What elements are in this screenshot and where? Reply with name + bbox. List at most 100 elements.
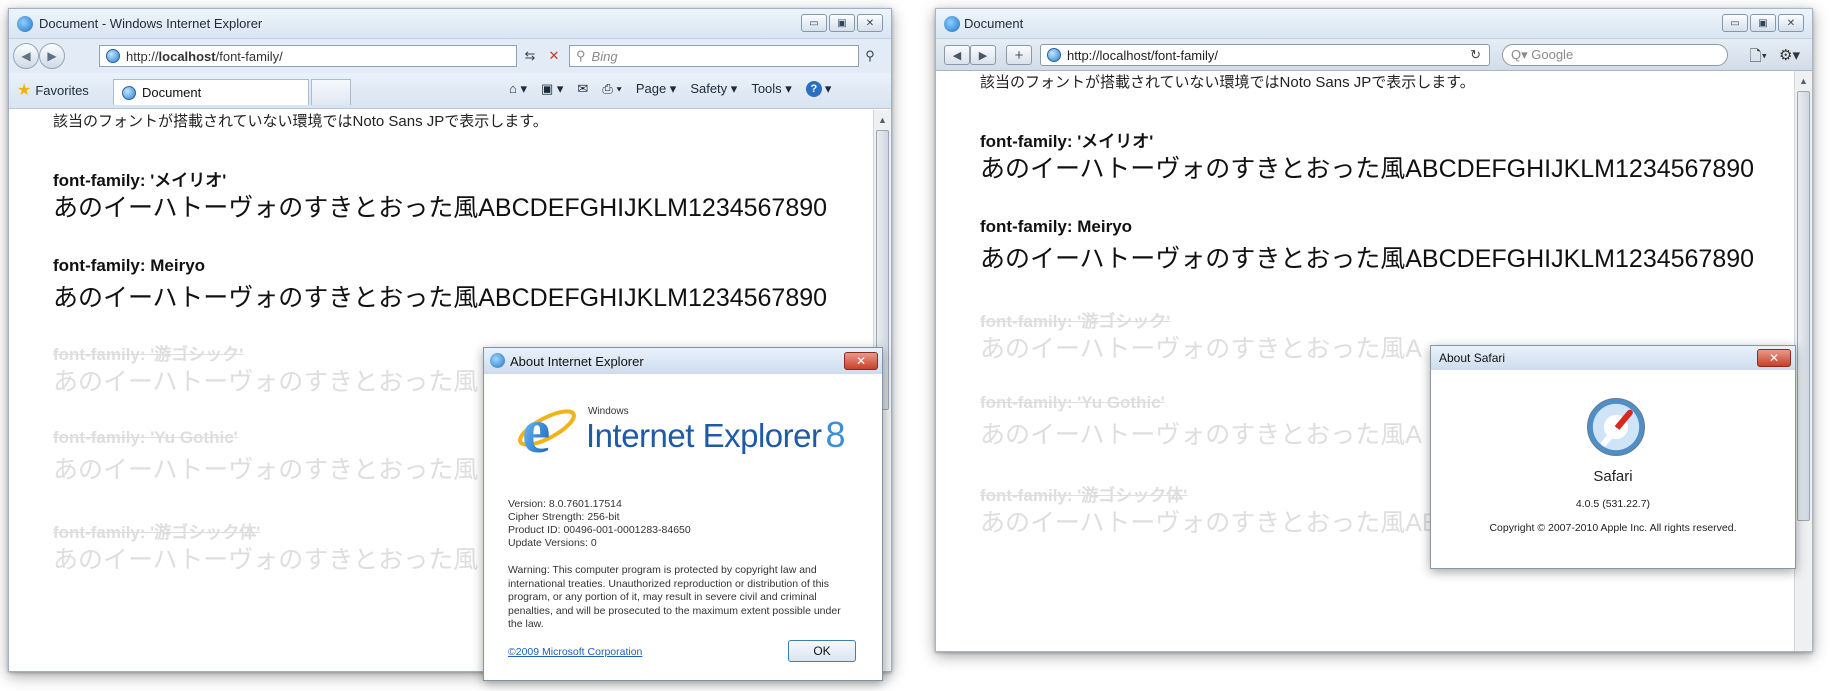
safari-toolbar: ◀ ▶ + http://localhost/font-family/ ↻ Q▾…	[936, 39, 1812, 71]
address-url: http://localhost/font-family/	[1067, 47, 1219, 63]
minimize-button[interactable]: ▭	[801, 14, 827, 32]
minimize-button[interactable]: ▭	[1722, 14, 1748, 32]
ie-warning-text: Warning: This computer program is protec…	[508, 564, 841, 630]
search-placeholder: Bing	[591, 48, 618, 64]
about-safari-dialog: About Safari ✕ Safari 4.0.5 (531.22.7) C…	[1430, 345, 1796, 569]
ie-address-row: ◀ ▶ http://localhost/font-family/ ⇆ ✕ ⚲ …	[9, 39, 891, 73]
ie-favorites-bar: ★ Favorites Document ⌂ ▾ ▣ ▾ ✉ ⎙ ▾ Page …	[9, 73, 891, 109]
star-icon: ★	[17, 82, 32, 99]
microsoft-link[interactable]: ©2009 Microsoft Corporation	[508, 646, 642, 658]
forward-button[interactable]: ▶	[970, 45, 996, 65]
maximize-button[interactable]: ▣	[829, 14, 855, 32]
page-menu-icon[interactable]: 🗋▾	[1749, 46, 1767, 71]
back-button[interactable]: ◀	[944, 45, 970, 65]
safari-version: 4.0.5 (531.22.7)	[1575, 498, 1651, 510]
mail-icon[interactable]: ✉	[577, 81, 588, 97]
ie-titlebar: Document - Windows Internet Explorer ▭ ▣…	[9, 9, 891, 39]
gear-icon[interactable]: ⚙▾	[1779, 46, 1800, 71]
search-input[interactable]: ⚲ Bing	[569, 45, 859, 67]
safari-name: Safari	[1593, 468, 1633, 485]
safari-scrollbar[interactable]: ▲	[1794, 71, 1812, 651]
close-button[interactable]: ✕	[857, 14, 883, 32]
address-bar[interactable]: http://localhost/font-family/ ↻	[1040, 44, 1490, 66]
print-icon[interactable]: ⎙ ▾	[602, 81, 621, 97]
font-label-yugothic: font-family: 'Yu Gothic'	[53, 428, 238, 447]
sample-meiryo-jp: あのイーハトーヴォのすきとおった風ABCDEFGHIJKLM1234567890	[53, 194, 828, 222]
favorites-button[interactable]: ★ Favorites	[17, 80, 89, 100]
ie-window: Document - Windows Internet Explorer ▭ ▣…	[8, 8, 892, 681]
search-icon: ⚲	[576, 48, 586, 63]
safari-app-icon	[944, 16, 960, 32]
sample-yugothic-tai: あのイーハトーヴォのすきとおった風	[53, 546, 479, 574]
about-ie-dialog: About Internet Explorer ✕ e Windows Inte…	[483, 347, 883, 681]
tab-page-icon	[122, 85, 136, 100]
safari-window-title: Document	[964, 16, 1024, 31]
back-button[interactable]: ◀	[13, 43, 39, 69]
dialog-close-button[interactable]: ✕	[1757, 349, 1791, 367]
safari-menus: 🗋▾ ⚙▾	[1749, 46, 1800, 71]
tab-document[interactable]: Document	[113, 79, 309, 105]
safari-caption-buttons: ▭ ▣ ✕	[1722, 14, 1804, 32]
ie-cipher: Cipher Strength: 256-bit	[508, 511, 620, 523]
tools-menu[interactable]: Tools ▾	[751, 81, 792, 97]
ie-logo-icon: e	[518, 395, 576, 460]
sample-yugothic-jp: あのイーハトーヴォのすきとおった風A	[980, 335, 1422, 363]
svg-text:e: e	[522, 395, 550, 460]
safari-compass-icon	[1587, 398, 1645, 456]
page-menu[interactable]: Page ▾	[636, 81, 677, 97]
safari-window: Document ▭ ▣ ✕ ◀ ▶ + http://localhost/fo…	[935, 8, 1813, 652]
favorites-label: Favorites	[35, 82, 89, 98]
ie-update-versions: Update Versions: 0	[508, 537, 597, 549]
scroll-thumb[interactable]	[1797, 91, 1810, 521]
reload-icon[interactable]: ↻	[1470, 47, 1481, 63]
font-label-meiryo: font-family: Meiryo	[980, 217, 1133, 236]
help-button[interactable]: ? ▾	[805, 81, 831, 97]
tab-label: Document	[142, 85, 202, 100]
ie-caption-buttons: ▭ ▣ ✕	[801, 14, 883, 32]
command-bar: ⌂ ▾ ▣ ▾ ✉ ⎙ ▾ Page ▾ Safety ▾ Tools ▾ ? ▾	[509, 81, 831, 97]
help-icon: ?	[805, 81, 822, 97]
maximize-button[interactable]: ▣	[1750, 14, 1776, 32]
safari-titlebar: Document ▭ ▣ ✕	[936, 9, 1812, 39]
fallback-note: 該当のフォントが搭載されていない環境ではNoto Sans JPで表示します。	[980, 74, 1475, 91]
ie-app-icon	[17, 16, 33, 32]
about-safari-title: About Safari	[1439, 351, 1506, 365]
scroll-up-icon[interactable]: ▲	[1795, 73, 1812, 89]
sample-yugothic-jp: あのイーハトーヴォのすきとおった風	[53, 368, 479, 396]
font-label-meiryo: font-family: Meiryo	[53, 256, 206, 275]
about-ie-titlebar: About Internet Explorer	[484, 348, 882, 374]
ie-product-id: Product ID: 00496-001-0001283-84650	[508, 524, 691, 536]
ie-logo-brand: Internet Explorer 8	[586, 414, 845, 455]
stop-icon[interactable]: ✕	[543, 45, 565, 67]
address-bar[interactable]: http://localhost/font-family/	[99, 45, 517, 67]
fallback-note: 該当のフォントが搭載されていない環境ではNoto Sans JPで表示します。	[53, 113, 548, 130]
new-tab-button[interactable]	[311, 79, 351, 105]
search-go-icon[interactable]: ⚲	[859, 45, 881, 67]
page-icon	[1047, 48, 1061, 62]
forward-button[interactable]: ▶	[39, 43, 65, 69]
ie-dialog-icon	[490, 353, 505, 368]
ie-window-title: Document - Windows Internet Explorer	[39, 16, 263, 31]
compass-needle	[1599, 408, 1635, 448]
about-safari-titlebar: About Safari	[1431, 346, 1795, 370]
sample-yugothic: あのイーハトーヴォのすきとおった風A	[980, 421, 1422, 449]
sample-meiryo-jp: あのイーハトーヴォのすきとおった風ABCDEFGHIJKLM1234567890	[980, 155, 1755, 183]
sample-meiryo: あのイーハトーヴォのすきとおった風ABCDEFGHIJKLM1234567890	[980, 245, 1755, 273]
address-url: http://localhost/font-family/	[126, 48, 283, 64]
sample-yugothic: あのイーハトーヴォのすきとおった風	[53, 456, 479, 484]
close-button[interactable]: ✕	[1778, 14, 1804, 32]
ok-button[interactable]: OK	[788, 640, 856, 662]
scroll-up-icon[interactable]: ▲	[874, 112, 891, 128]
about-ie-title: About Internet Explorer	[510, 353, 644, 369]
search-input[interactable]: Q▾ Google	[1502, 44, 1728, 66]
ie-version: Version: 8.0.7601.17514	[508, 498, 622, 510]
safety-menu[interactable]: Safety ▾	[690, 81, 737, 97]
add-bookmark-button[interactable]: +	[1006, 45, 1032, 65]
refresh-icon[interactable]: ⇆	[519, 45, 541, 67]
home-icon[interactable]: ⌂ ▾	[509, 81, 527, 97]
feeds-icon[interactable]: ▣ ▾	[541, 81, 563, 97]
sample-meiryo: あのイーハトーヴォのすきとおった風ABCDEFGHIJKLM1234567890	[53, 284, 828, 312]
safari-copyright: Copyright © 2007-2010 Apple Inc. All rig…	[1489, 522, 1737, 534]
font-label-yugothic: font-family: 'Yu Gothic'	[980, 393, 1165, 412]
dialog-close-button[interactable]: ✕	[844, 352, 878, 370]
